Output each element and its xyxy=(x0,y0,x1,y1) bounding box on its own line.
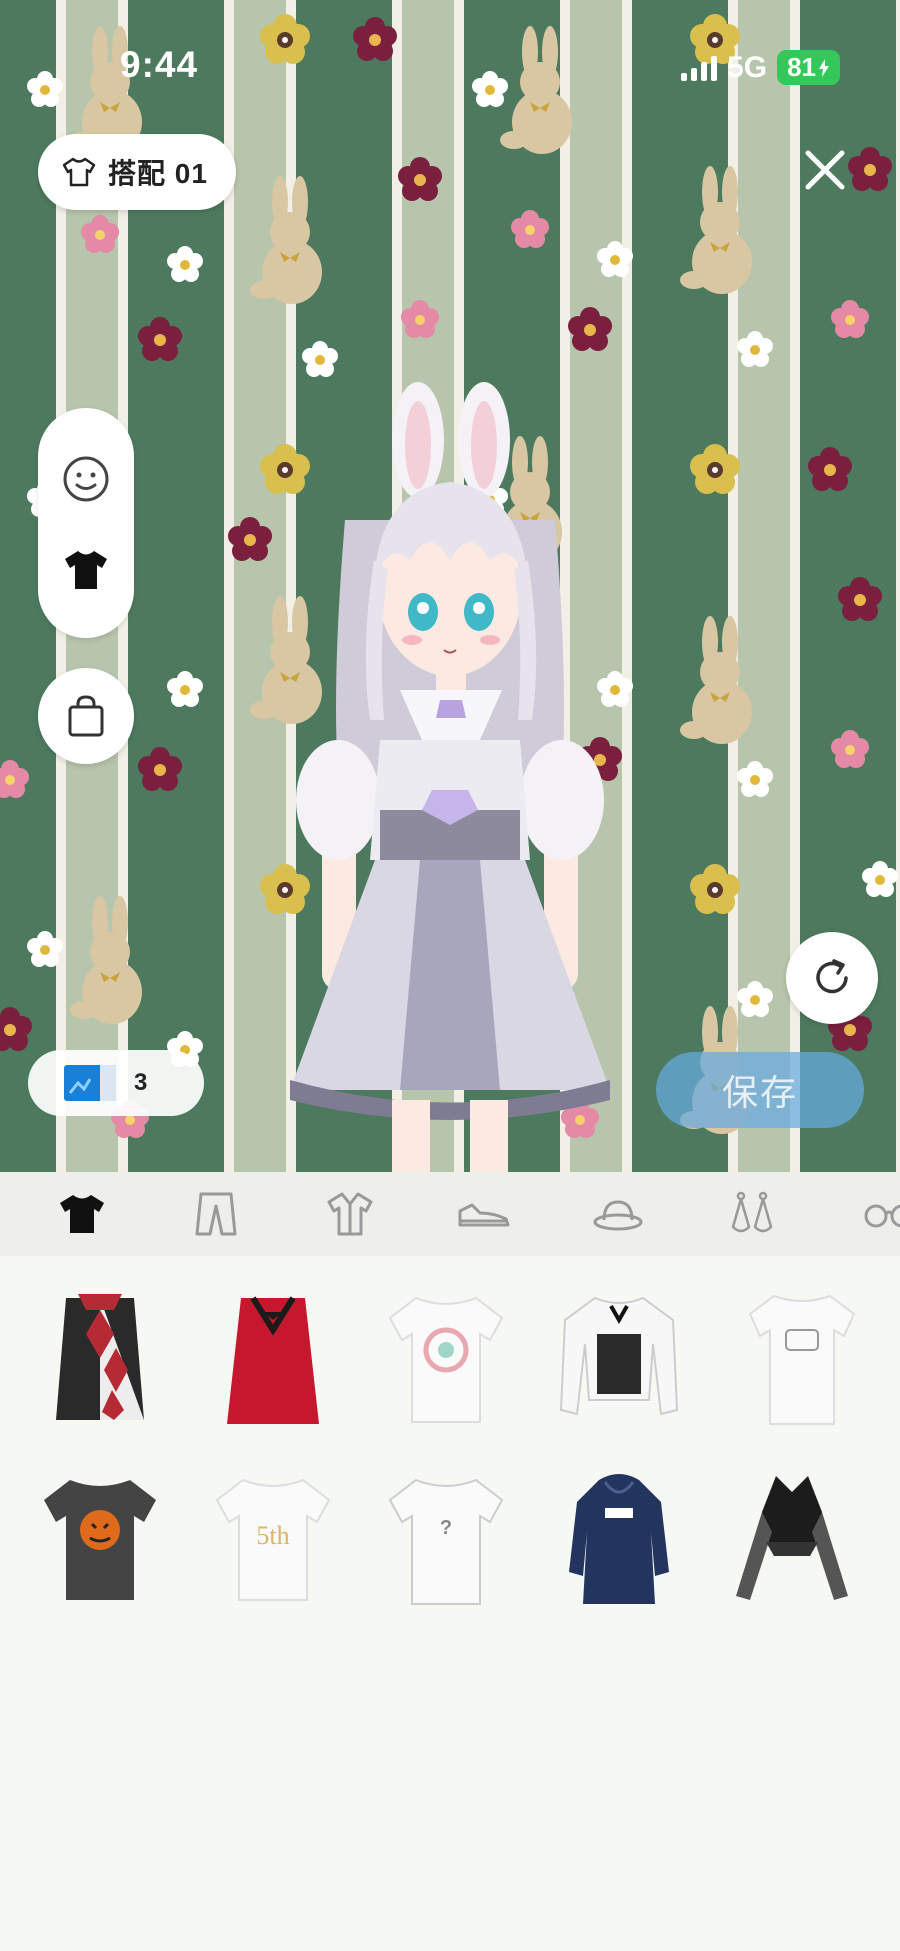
charging-bolt-icon xyxy=(819,58,829,77)
item-white-mystery-tshirt[interactable]: ? xyxy=(386,1472,506,1612)
item-harlequin-sleeveless-top[interactable] xyxy=(40,1290,160,1430)
save-button[interactable]: 保存 xyxy=(656,1052,864,1128)
save-button-label: 保存 xyxy=(721,1072,798,1113)
print-text-5th: 5th xyxy=(256,1521,289,1550)
tab-outerwear[interactable] xyxy=(320,1186,380,1242)
character-preview[interactable]: 9:44 5G 81 搭配 01 3 保存 xyxy=(0,0,900,1172)
status-indicators: 5G 81 xyxy=(681,50,840,85)
hat-icon xyxy=(593,1200,643,1231)
tab-shoes[interactable] xyxy=(454,1186,514,1242)
signal-icon xyxy=(681,55,718,81)
tab-hats[interactable] xyxy=(588,1186,648,1242)
item-white-5th-anniversary-tshirt[interactable]: 5th xyxy=(213,1472,333,1612)
tab-tops[interactable] xyxy=(52,1186,112,1242)
tab-earrings[interactable] xyxy=(722,1186,782,1242)
item-white-graphic-tshirt[interactable] xyxy=(386,1290,506,1430)
status-time: 9:44 xyxy=(120,44,199,85)
face-icon[interactable] xyxy=(62,455,110,503)
item-black-lace-halter-top[interactable] xyxy=(732,1472,852,1612)
edit-mode-switcher xyxy=(38,408,134,638)
tshirt-icon xyxy=(60,1195,104,1233)
sneaker-icon xyxy=(458,1203,510,1227)
category-tabs xyxy=(0,1172,900,1256)
ticket-count: 3 xyxy=(134,1069,148,1096)
glasses-icon xyxy=(864,1204,900,1228)
shopping-bag-icon xyxy=(68,695,104,737)
tshirt-outline-icon xyxy=(62,157,96,187)
avatar-character xyxy=(290,382,610,1172)
print-text-question: ? xyxy=(440,1517,452,1539)
reset-pose-button[interactable] xyxy=(786,932,878,1024)
outfit-label: 搭配 01 xyxy=(108,158,208,189)
refresh-icon xyxy=(816,959,848,994)
tab-bottoms[interactable] xyxy=(186,1186,246,1242)
pants-icon xyxy=(195,1192,237,1236)
wardrobe-panel: 5th ? xyxy=(0,1172,900,1951)
jacket-icon xyxy=(327,1192,373,1236)
earrings-icon xyxy=(731,1191,773,1233)
ticket-icon xyxy=(64,1065,116,1101)
battery-level: 81 xyxy=(787,52,816,82)
item-red-tuxedo-dress[interactable] xyxy=(213,1290,333,1430)
item-navy-hoodie-dress[interactable] xyxy=(559,1472,679,1612)
outfit-selector-button[interactable]: 搭配 01 xyxy=(38,134,236,210)
shop-button[interactable] xyxy=(38,668,134,764)
ticket-counter[interactable]: 3 xyxy=(28,1050,204,1116)
item-white-long-tshirt[interactable] xyxy=(742,1290,862,1430)
network-type: 5G xyxy=(727,50,768,84)
close-icon[interactable] xyxy=(800,145,850,195)
item-gray-pumpkin-tshirt[interactable] xyxy=(40,1472,160,1612)
battery-icon: 81 xyxy=(777,50,840,85)
item-white-blouse-black-corset[interactable] xyxy=(559,1290,679,1430)
clothes-tab-icon[interactable] xyxy=(63,549,109,591)
tab-glasses[interactable] xyxy=(856,1186,900,1242)
